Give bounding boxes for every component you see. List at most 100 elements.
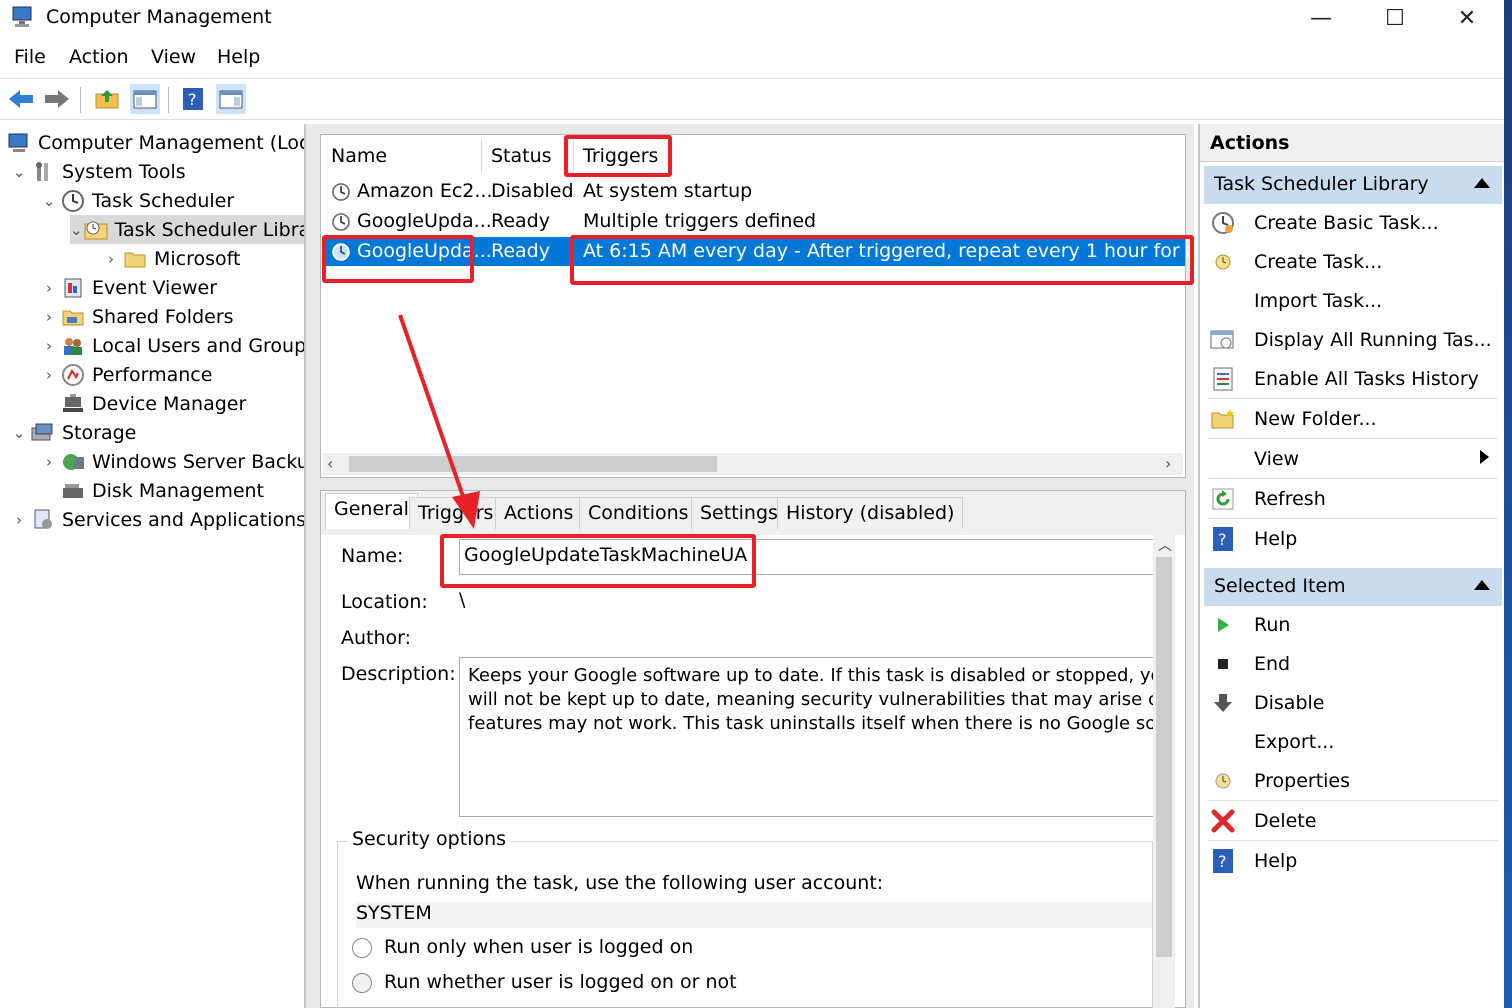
chevron-down-icon[interactable]: ⌄ xyxy=(70,221,83,239)
chevron-right-icon[interactable]: › xyxy=(8,511,30,529)
action-disable[interactable]: Disable xyxy=(1208,684,1498,722)
forward-button[interactable] xyxy=(42,84,72,114)
table-row[interactable]: GoogleUpda... Ready Multiple triggers de… xyxy=(325,207,1185,236)
action-end[interactable]: End xyxy=(1208,645,1498,683)
tree-label: Shared Folders xyxy=(92,305,234,328)
new-folder-icon xyxy=(1208,406,1238,432)
tab-actions[interactable]: Actions xyxy=(495,497,583,529)
tab-history[interactable]: History (disabled) xyxy=(777,497,964,529)
chevron-down-icon[interactable]: ⌄ xyxy=(8,424,30,442)
action-view[interactable]: View xyxy=(1208,440,1498,478)
tree-item-microsoft[interactable]: › Microsoft xyxy=(100,244,240,273)
location-value: \ xyxy=(459,589,466,611)
back-button[interactable] xyxy=(6,84,36,114)
action-create-task[interactable]: Create Task... xyxy=(1208,243,1498,281)
tab-conditions[interactable]: Conditions xyxy=(579,497,698,529)
tree-item-system-tools[interactable]: ⌄ System Tools xyxy=(8,157,186,186)
svg-text:?: ? xyxy=(1218,530,1227,549)
action-run[interactable]: Run xyxy=(1208,606,1498,644)
tree-item-disk-management[interactable]: Disk Management xyxy=(60,476,264,505)
action-delete[interactable]: Delete xyxy=(1208,802,1498,840)
show-hide-action-pane-button[interactable] xyxy=(216,84,246,114)
menu-view[interactable]: View xyxy=(151,46,196,68)
menu-bar: File Action View Help xyxy=(0,42,1512,76)
action-display-running-tasks[interactable]: Display All Running Tas... xyxy=(1208,321,1498,359)
shared-folder-icon xyxy=(60,306,86,328)
action-create-basic-task[interactable]: Create Basic Task... xyxy=(1208,204,1498,242)
action-import-task[interactable]: Import Task... xyxy=(1208,282,1498,320)
action-properties[interactable]: Properties xyxy=(1208,762,1498,800)
action-export[interactable]: Export... xyxy=(1208,723,1498,761)
column-header-name[interactable]: Name xyxy=(331,145,387,167)
chevron-down-icon[interactable]: ⌄ xyxy=(8,163,30,181)
chevron-down-icon[interactable]: ⌄ xyxy=(38,192,60,210)
annotation-box-trigger-value xyxy=(570,235,1194,285)
tree-item-event-viewer[interactable]: › Event Viewer xyxy=(38,273,217,302)
tab-settings[interactable]: Settings xyxy=(691,497,787,529)
action-new-folder[interactable]: New Folder... xyxy=(1208,400,1498,438)
svg-text:?: ? xyxy=(188,90,197,109)
minimize-button[interactable]: — xyxy=(1284,0,1358,36)
up-folder-button[interactable] xyxy=(92,84,122,114)
users-icon xyxy=(60,335,86,357)
event-viewer-icon xyxy=(60,277,86,299)
refresh-icon xyxy=(1208,486,1238,512)
chevron-right-icon[interactable]: › xyxy=(100,250,122,268)
chevron-right-icon[interactable]: › xyxy=(38,366,60,384)
chevron-right-icon[interactable]: › xyxy=(38,337,60,355)
tree-label: Performance xyxy=(92,363,213,386)
task-clock-icon xyxy=(332,183,350,201)
vertical-scrollbar[interactable]: ︿ xyxy=(1153,535,1175,1008)
task-status: Ready xyxy=(491,210,550,232)
maximize-button[interactable]: ☐ xyxy=(1358,0,1432,36)
tree-item-local-users-and-groups[interactable]: › Local Users and Groups xyxy=(38,331,304,360)
menu-action[interactable]: Action xyxy=(69,46,129,68)
description-line: Keeps your Google software up to date. I… xyxy=(468,665,1155,686)
scroll-left-icon[interactable]: ‹ xyxy=(327,454,333,473)
menu-help[interactable]: Help xyxy=(217,46,260,68)
description-label: Description: xyxy=(341,663,456,685)
chevron-right-icon[interactable]: › xyxy=(38,308,60,326)
chevron-right-icon[interactable]: › xyxy=(38,279,60,297)
task-status: Disabled xyxy=(491,180,574,202)
collapse-up-icon[interactable] xyxy=(1474,178,1490,188)
tree-item-task-scheduler-library[interactable]: ⌄ Task Scheduler Libra xyxy=(70,215,304,244)
action-enable-history[interactable]: Enable All Tasks History xyxy=(1208,360,1498,398)
menu-file[interactable]: File xyxy=(14,46,46,68)
tree-item-storage[interactable]: ⌄ Storage xyxy=(8,418,137,447)
help-button[interactable]: ? xyxy=(178,84,208,114)
collapse-up-icon[interactable] xyxy=(1474,580,1490,590)
close-button[interactable]: ✕ xyxy=(1430,0,1504,36)
description-field[interactable]: Keeps your Google software up to date. I… xyxy=(459,657,1155,817)
location-label: Location: xyxy=(341,591,428,613)
annotation-box-triggers-header xyxy=(564,135,672,177)
action-refresh[interactable]: Refresh xyxy=(1208,480,1498,518)
task-triggers: At system startup xyxy=(583,180,753,202)
scrollbar-thumb[interactable] xyxy=(1156,557,1172,957)
tree-item-performance[interactable]: › Performance xyxy=(38,360,212,389)
tree-item-services-and-applications[interactable]: › Services and Applications xyxy=(8,505,304,534)
table-row[interactable]: Amazon Ec2... Disabled At system startup xyxy=(325,177,1185,206)
name-label: Name: xyxy=(341,545,404,567)
section-title: Selected Item xyxy=(1214,575,1346,597)
section-task-scheduler-library[interactable]: Task Scheduler Library xyxy=(1204,166,1502,204)
task-name: GoogleUpda... xyxy=(357,210,492,232)
section-selected-item[interactable]: Selected Item xyxy=(1204,568,1502,606)
scroll-up-icon[interactable]: ︿ xyxy=(1158,535,1172,555)
tree-label: Storage xyxy=(62,421,137,444)
tree-item-device-manager[interactable]: Device Manager xyxy=(60,389,246,418)
tree-item-windows-server-backup[interactable]: › Windows Server Backup xyxy=(38,447,304,476)
action-help-selected[interactable]: ? Help xyxy=(1208,842,1498,880)
action-help[interactable]: ? Help xyxy=(1208,520,1498,558)
annotation-arrow xyxy=(398,314,480,529)
tree-item-shared-folders[interactable]: › Shared Folders xyxy=(38,302,234,331)
radio-run-only-logged-on[interactable] xyxy=(352,938,372,958)
scroll-right-icon[interactable]: › xyxy=(1165,454,1171,473)
tree-item-task-scheduler[interactable]: ⌄ Task Scheduler xyxy=(38,186,234,215)
column-header-status[interactable]: Status xyxy=(491,145,552,167)
chevron-right-icon[interactable]: › xyxy=(38,453,60,471)
radio-run-whether-logged-on[interactable] xyxy=(352,973,372,993)
security-account-value: SYSTEM xyxy=(356,902,1152,928)
tree-item-computer-management[interactable]: Computer Management (Local xyxy=(6,128,304,157)
show-hide-console-tree-button[interactable] xyxy=(130,84,160,114)
